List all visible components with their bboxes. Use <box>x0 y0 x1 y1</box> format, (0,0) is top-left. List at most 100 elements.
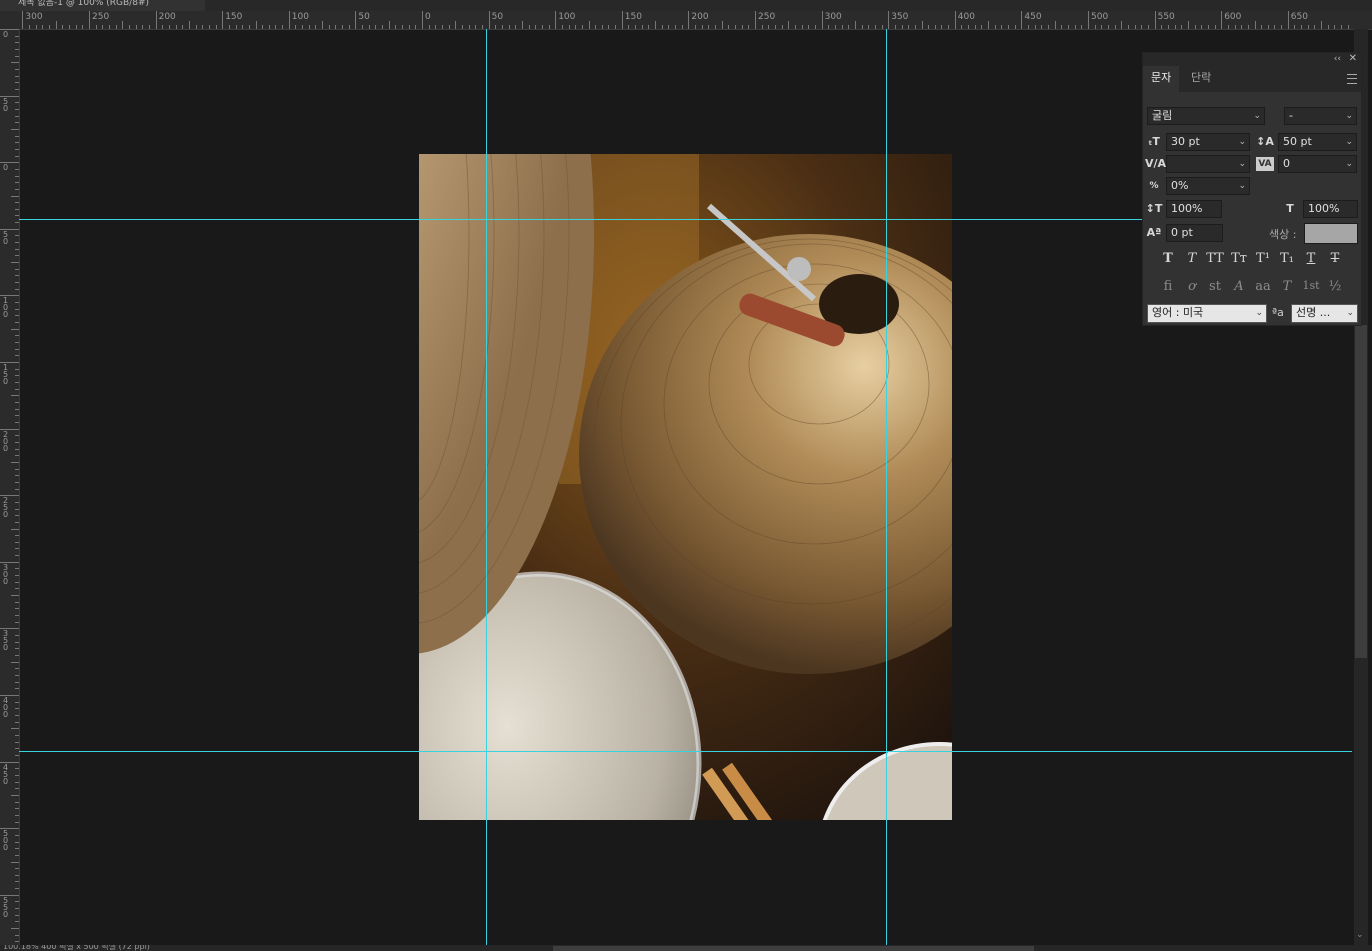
tracking-field[interactable]: 0 ⌄ <box>1278 155 1357 173</box>
ruler-label: 150 <box>225 12 243 22</box>
ruler-label: 250 <box>758 12 776 22</box>
ruler-minor-tick <box>182 25 184 29</box>
ruler-minor-tick <box>541 25 543 29</box>
ruler-minor-tick <box>15 68 19 70</box>
horizontal-guide-1[interactable] <box>19 219 1142 220</box>
ruler-minor-tick <box>1307 25 1309 29</box>
font-style-select[interactable]: - ⌄ <box>1284 107 1357 125</box>
collapse-panel-icon[interactable]: ‹‹ <box>1334 53 1341 65</box>
document-tab[interactable]: 제목 없음-1 @ 100% (RGB/8#) <box>0 0 205 11</box>
horizontal-scroll-thumb[interactable] <box>553 946 1034 951</box>
document-tab-strip: 제목 없음-1 @ 100% (RGB/8#) <box>0 0 1372 11</box>
ruler-label: 100 <box>2 296 9 320</box>
ruler-minor-tick <box>1001 25 1003 29</box>
underline-button[interactable]: T <box>1300 251 1322 266</box>
tsume-field[interactable]: 0% ⌄ <box>1166 177 1250 195</box>
panel-menu-icon[interactable] <box>1347 74 1357 84</box>
ruler-minor-tick <box>15 508 19 510</box>
vertical-guide-2[interactable] <box>886 29 887 945</box>
ruler-minor-tick <box>921 21 923 29</box>
ruler-minor-tick <box>1121 21 1123 29</box>
font-size-field[interactable]: 30 pt ⌄ <box>1166 133 1250 151</box>
ruler-minor-tick <box>15 588 19 590</box>
old-style-button[interactable]: st <box>1204 279 1226 294</box>
close-icon[interactable]: ✕ <box>1349 53 1357 65</box>
ruler-minor-tick <box>11 62 19 64</box>
horizontal-ruler[interactable]: 300 250 200 150 100 50 0 50 100 150 200 250 300 350 40… <box>19 11 1372 30</box>
ruler-minor-tick <box>15 934 19 936</box>
faux-bold-button[interactable]: T <box>1157 251 1179 266</box>
small-caps-button[interactable]: Tᴛ <box>1228 251 1250 266</box>
color-label: 색상 : <box>1269 228 1297 241</box>
text-color-swatch[interactable] <box>1304 223 1358 244</box>
vertical-scroll-thumb[interactable] <box>1355 325 1367 658</box>
ruler-minor-tick <box>568 25 570 29</box>
subscript-button[interactable]: T₁ <box>1276 251 1298 266</box>
ruler-minor-tick <box>11 728 19 730</box>
ruler-minor-tick <box>728 25 730 29</box>
ruler-label: 0 <box>2 163 9 173</box>
ruler-minor-tick <box>122 21 124 29</box>
tab-paragraph[interactable]: 단락 <box>1183 66 1219 92</box>
discretionary-ligatures-button[interactable]: ơ <box>1181 279 1203 294</box>
ruler-minor-tick <box>535 25 537 29</box>
ruler-minor-tick <box>508 25 510 29</box>
ruler-minor-tick <box>168 25 170 29</box>
ruler-minor-tick <box>11 262 19 264</box>
ruler-minor-tick <box>15 102 19 104</box>
tab-character[interactable]: 문자 <box>1143 66 1180 92</box>
ruler-minor-tick <box>15 734 19 736</box>
ruler-minor-tick <box>15 908 19 910</box>
ruler-minor-tick <box>1334 25 1336 29</box>
horizontal-scale-field[interactable]: 100% <box>1303 200 1358 218</box>
antialias-select[interactable]: 선명 ... ⌄ <box>1291 304 1358 323</box>
ruler-minor-tick <box>11 861 19 863</box>
strikethrough-button[interactable]: T <box>1324 251 1346 266</box>
ruler-origin[interactable] <box>0 11 20 30</box>
baseline-shift-field[interactable]: 0 pt <box>1166 224 1223 242</box>
leading-field[interactable]: 50 pt ⌄ <box>1278 133 1357 151</box>
vertical-guide-1[interactable] <box>486 29 487 945</box>
swash-button[interactable]: A <box>1228 279 1250 294</box>
ruler-minor-tick <box>15 188 19 190</box>
stylistic-alternates-button[interactable]: aa <box>1252 279 1274 294</box>
ruler-tick <box>555 11 557 29</box>
ruler-minor-tick <box>128 25 130 29</box>
ruler-label: 550 <box>1157 12 1175 22</box>
kerning-field[interactable]: ⌄ <box>1166 155 1250 173</box>
ruler-minor-tick <box>628 25 630 29</box>
ruler-minor-tick <box>15 82 19 84</box>
superscript-button[interactable]: T¹ <box>1252 251 1274 266</box>
horizontal-guide-2[interactable] <box>19 751 1352 752</box>
ligatures-button[interactable]: fi <box>1157 279 1179 294</box>
ruler-minor-tick <box>1214 25 1216 29</box>
ruler-minor-tick <box>15 635 19 637</box>
fractions-button[interactable]: ½ <box>1324 279 1346 294</box>
canvas-image-cymbals[interactable] <box>419 154 952 820</box>
ruler-minor-tick <box>15 35 19 37</box>
ruler-minor-tick <box>228 25 230 29</box>
ruler-minor-tick <box>11 128 19 130</box>
ruler-minor-tick <box>495 25 497 29</box>
ruler-minor-tick <box>15 874 19 876</box>
vertical-scale-field[interactable]: 100% <box>1166 200 1222 218</box>
ruler-minor-tick <box>641 25 643 29</box>
language-select[interactable]: 영어 : 미국 ⌄ <box>1147 304 1267 323</box>
ruler-minor-tick <box>15 408 19 410</box>
titling-alternates-button[interactable]: T <box>1276 279 1298 294</box>
ordinals-button[interactable]: 1st <box>1300 279 1322 292</box>
scroll-down-icon[interactable]: ⌄ <box>1356 930 1364 940</box>
vertical-ruler[interactable]: 0 50 0 50 100 150 200 250 300 350 400 450 500 550 <box>0 29 20 945</box>
ruler-minor-tick <box>548 25 550 29</box>
font-family-select[interactable]: 굴림 ⌄ <box>1147 107 1265 125</box>
ruler-minor-tick <box>15 834 19 836</box>
ruler-minor-tick <box>655 21 657 29</box>
ruler-tick <box>755 11 756 29</box>
ruler-minor-tick <box>794 25 796 29</box>
ruler-label: 350 <box>891 12 909 22</box>
ruler-minor-tick <box>15 275 19 277</box>
faux-italic-button[interactable]: T <box>1181 251 1203 266</box>
ruler-minor-tick <box>15 914 19 916</box>
ruler-minor-tick <box>1161 25 1163 29</box>
all-caps-button[interactable]: TT <box>1204 251 1226 266</box>
